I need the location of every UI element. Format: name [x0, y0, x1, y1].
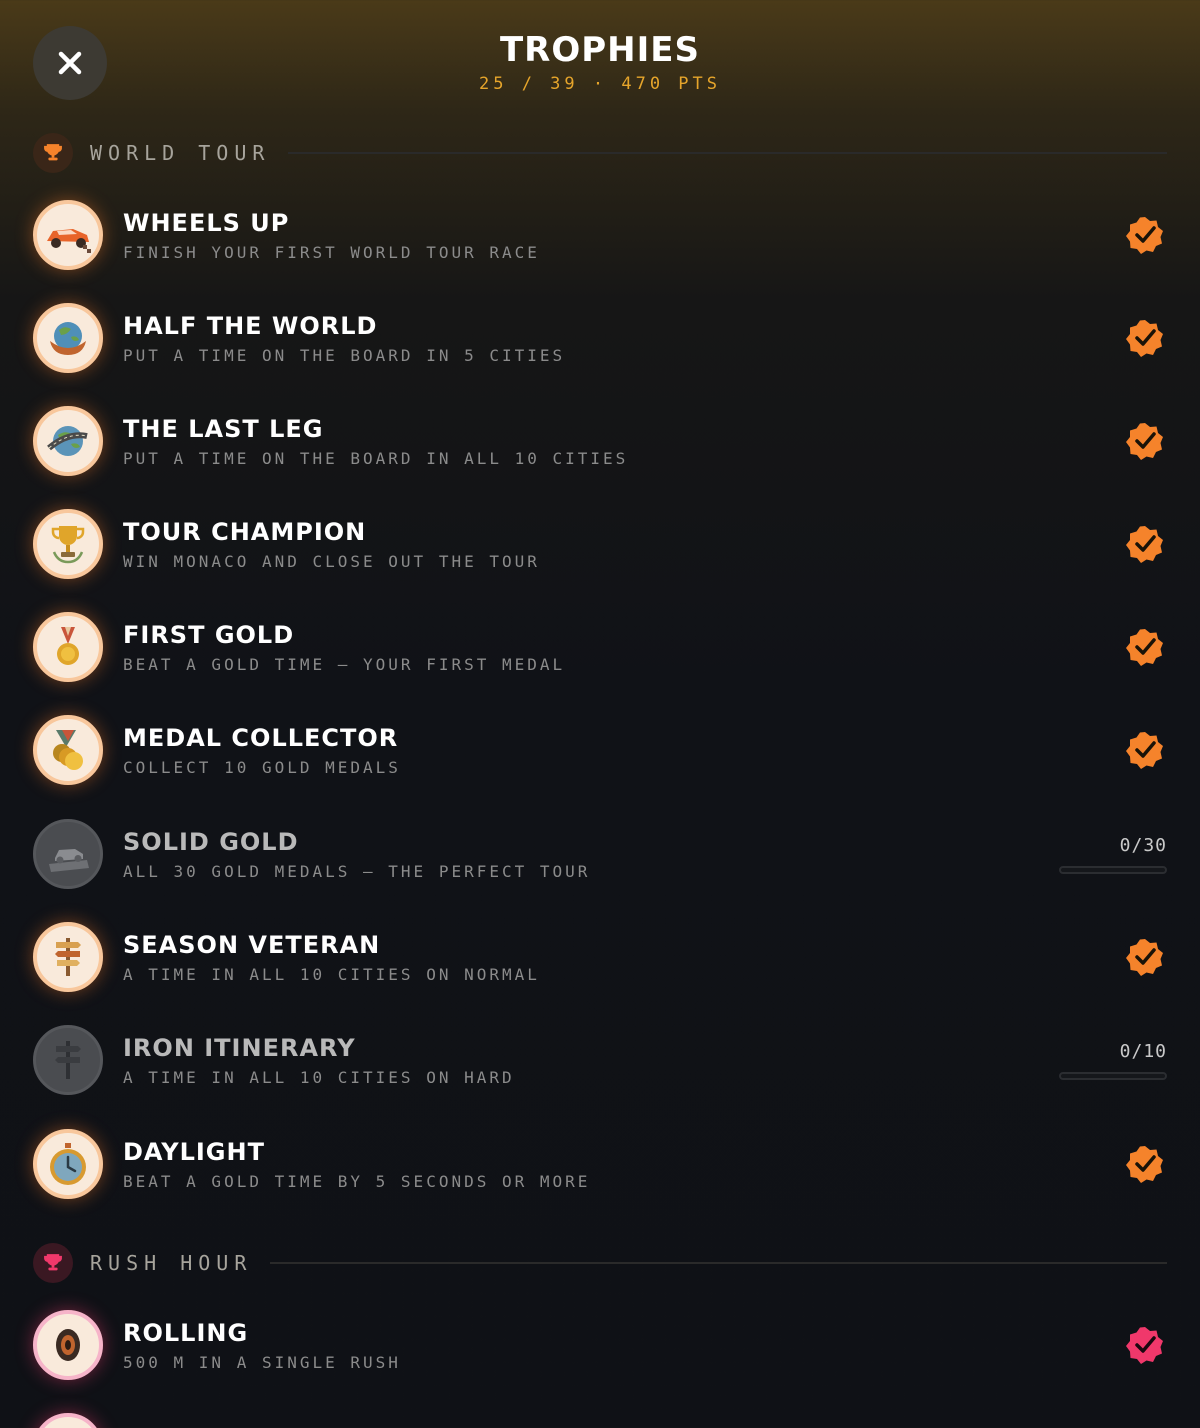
section-divider: [270, 1262, 1167, 1264]
stopwatch-icon: [50, 1143, 86, 1185]
trophy-row[interactable]: ROLLING 500 M IN A SINGLE RUSH: [33, 1309, 1167, 1381]
trophy-row[interactable]: TOUR CHAMPION WIN MONACO AND CLOSE OUT T…: [33, 508, 1167, 580]
trophy-description: FINISH YOUR FIRST WORLD TOUR RACE: [123, 242, 540, 262]
verified-check-icon: [1126, 1146, 1163, 1183]
trophy-description: A TIME IN ALL 10 CITIES ON HARD: [123, 1067, 515, 1087]
verified-check-icon: [1126, 939, 1163, 976]
progress-bar: [1059, 865, 1167, 874]
trophy-row[interactable]: MEDAL COLLECTOR COLLECT 10 GOLD MEDALS: [33, 714, 1167, 786]
trophy-avatar: [33, 1310, 103, 1380]
verified-check-icon: [1126, 526, 1163, 563]
trophy-avatar: [33, 406, 103, 476]
trophy-description: A TIME IN ALL 10 CITIES ON NORMAL: [123, 964, 540, 984]
progress-count: 0/10: [1119, 1040, 1167, 1062]
tire-icon: [56, 1329, 80, 1361]
verified-check-icon: [1126, 217, 1163, 254]
trophy-avatar: [33, 200, 103, 270]
section-header-rush-hour: RUSH HOUR: [33, 1243, 1167, 1283]
trophy-name: TOUR CHAMPION: [123, 517, 367, 546]
verified-check-icon: [1126, 1327, 1163, 1364]
trophy-avatar: [33, 1025, 103, 1095]
medals-stack-icon: [53, 730, 83, 770]
trophy-avatar: [33, 303, 103, 373]
section-label: WORLD TOUR: [90, 141, 271, 165]
half-globe-icon: [50, 322, 86, 355]
trophy-name: FIRST GOLD: [123, 620, 295, 649]
trophy-icon: [44, 144, 62, 161]
trophy-avatar: [33, 1413, 103, 1428]
page-title: TROPHIES: [499, 30, 700, 70]
page-header: TROPHIES 25 / 39 · 470 PTS: [0, 30, 1200, 94]
trophy-name: MEDAL COLLECTOR: [123, 723, 399, 752]
trophy-cup-icon: [51, 526, 85, 564]
trophy-row[interactable]: [33, 1412, 1167, 1428]
trophy-description: COLLECT 10 GOLD MEDALS: [123, 757, 401, 777]
section-divider: [288, 152, 1167, 154]
globe-road-icon: [47, 426, 88, 456]
section-label: RUSH HOUR: [90, 1251, 253, 1275]
trophy-avatar: [33, 1129, 103, 1199]
trophy-avatar: [33, 715, 103, 785]
trophy-avatar: [33, 819, 103, 889]
trophy-description: PUT A TIME ON THE BOARD IN ALL 10 CITIES: [123, 448, 629, 468]
trophy-row[interactable]: FIRST GOLD BEAT A GOLD TIME — YOUR FIRST…: [33, 611, 1167, 683]
gold-medal-icon: [57, 627, 79, 665]
section-icon-badge: [33, 1243, 73, 1283]
verified-check-icon: [1126, 423, 1163, 460]
trophy-row[interactable]: THE LAST LEG PUT A TIME ON THE BOARD IN …: [33, 405, 1167, 477]
trophy-progress: 0/30: [1059, 835, 1167, 874]
trophy-description: BEAT A GOLD TIME — YOUR FIRST MEDAL: [123, 654, 566, 674]
trophy-name: HALF THE WORLD: [123, 311, 378, 340]
trophy-avatar: [33, 509, 103, 579]
verified-check-icon: [1126, 732, 1163, 769]
section-header-world-tour: WORLD TOUR: [33, 133, 1167, 173]
verified-check-icon: [1126, 320, 1163, 357]
progress-bar: [1059, 1071, 1167, 1080]
trophy-name: IRON ITINERARY: [123, 1033, 356, 1062]
car-on-podium-icon: [49, 849, 89, 872]
trophy-name: THE LAST LEG: [123, 414, 324, 443]
section-icon-badge: [33, 133, 73, 173]
trophy-name: DAYLIGHT: [123, 1137, 265, 1166]
trophy-avatar: [33, 922, 103, 992]
signpost-icon: [55, 1041, 81, 1079]
trophy-row[interactable]: IRON ITINERARY A TIME IN ALL 10 CITIES O…: [33, 1024, 1167, 1096]
trophy-name: SEASON VETERAN: [123, 930, 381, 959]
trophy-name: WHEELS UP: [123, 208, 290, 237]
race-car-icon: [47, 229, 91, 253]
trophy-description: PUT A TIME ON THE BOARD IN 5 CITIES: [123, 345, 566, 365]
trophy-progress: 0/10: [1059, 1041, 1167, 1080]
progress-count: 0/30: [1119, 834, 1167, 856]
trophy-name: SOLID GOLD: [123, 827, 299, 856]
trophy-avatar: [33, 612, 103, 682]
trophy-description: WIN MONACO AND CLOSE OUT THE TOUR: [123, 551, 540, 571]
trophy-description: BEAT A GOLD TIME BY 5 SECONDS OR MORE: [123, 1171, 591, 1191]
trophy-description: 500 M IN A SINGLE RUSH: [123, 1352, 401, 1372]
trophy-row[interactable]: SEASON VETERAN A TIME IN ALL 10 CITIES O…: [33, 921, 1167, 993]
verified-check-icon: [1126, 629, 1163, 666]
trophy-name: ROLLING: [123, 1318, 249, 1347]
trophy-icon: [44, 1254, 62, 1271]
trophy-description: ALL 30 GOLD MEDALS — THE PERFECT TOUR: [123, 861, 591, 881]
trophy-row[interactable]: SOLID GOLD ALL 30 GOLD MEDALS — THE PERF…: [33, 818, 1167, 890]
trophy-row[interactable]: WHEELS UP FINISH YOUR FIRST WORLD TOUR R…: [33, 199, 1167, 271]
trophy-row[interactable]: DAYLIGHT BEAT A GOLD TIME BY 5 SECONDS O…: [33, 1128, 1167, 1200]
trophy-summary: 25 / 39 · 470 PTS: [479, 74, 721, 94]
signpost-icon: [55, 938, 81, 976]
trophy-row[interactable]: HALF THE WORLD PUT A TIME ON THE BOARD I…: [33, 302, 1167, 374]
